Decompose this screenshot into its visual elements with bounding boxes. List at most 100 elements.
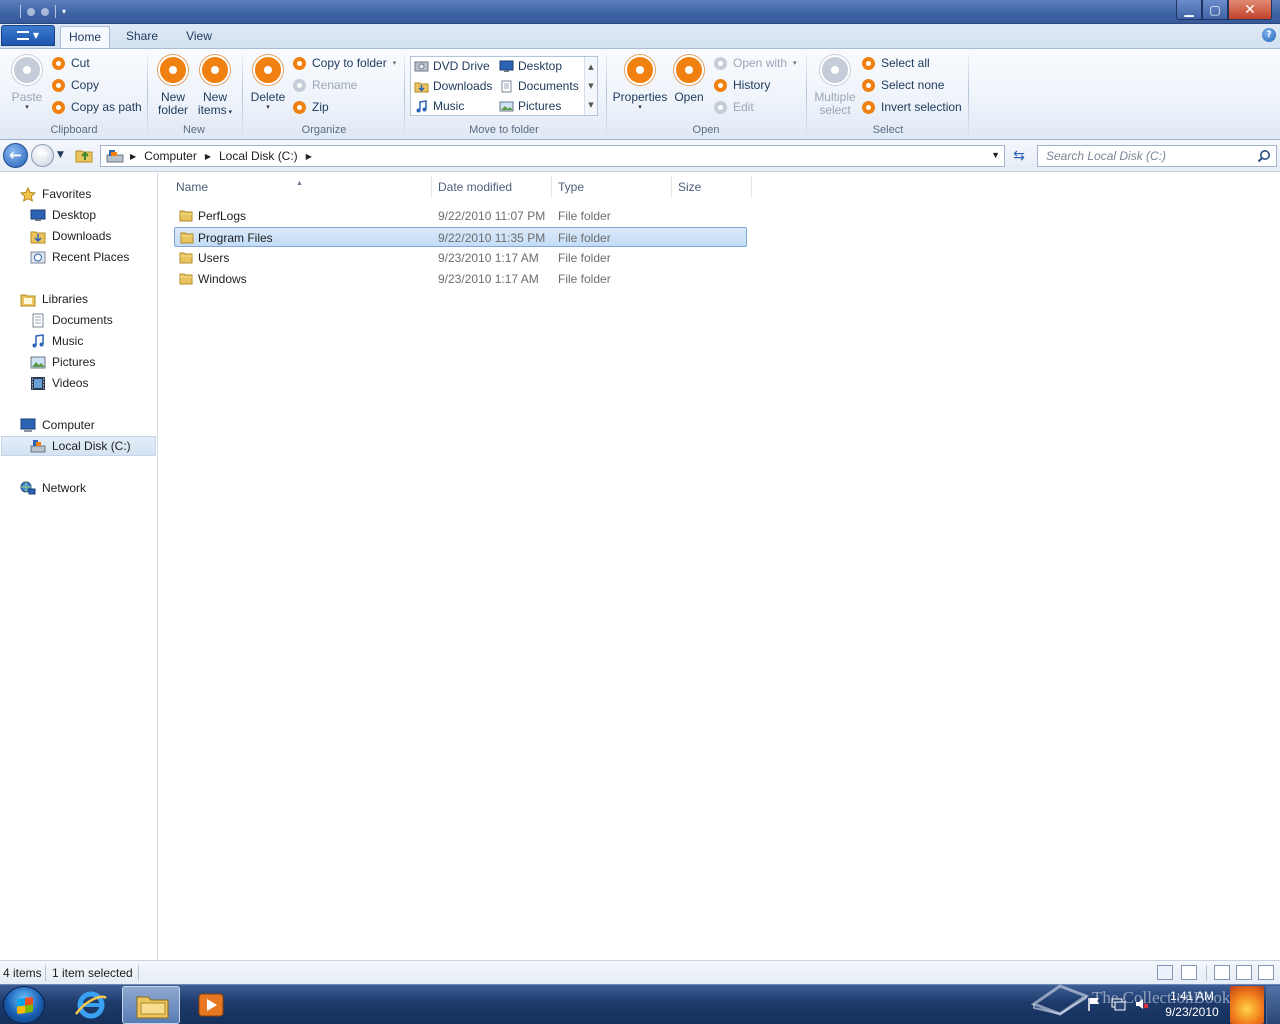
rename-button[interactable]: Rename xyxy=(293,76,357,94)
chevron-right-icon[interactable]: ▶ xyxy=(306,152,312,161)
table-row[interactable]: PerfLogs 9/22/2010 11:07 PM File folder xyxy=(174,206,747,226)
large-icons-view-icon[interactable] xyxy=(1181,965,1197,980)
edit-button[interactable]: Edit xyxy=(714,98,754,116)
up-folder-icon[interactable] xyxy=(75,147,93,163)
tab-home[interactable]: Home xyxy=(60,26,110,48)
folder-icon xyxy=(179,273,193,285)
new-folder-button[interactable]: New folder xyxy=(154,55,192,117)
nav-favorites[interactable]: Favorites xyxy=(20,184,91,204)
details-pane-icon[interactable] xyxy=(1236,965,1252,980)
tab-view[interactable]: View xyxy=(180,26,218,48)
copy-to-folder-button[interactable]: Copy to folder ▾ xyxy=(293,54,396,72)
qat-new-folder-icon[interactable] xyxy=(41,7,49,16)
select-group-label: Select xyxy=(872,124,904,136)
file-date: 9/23/2010 1:17 AM xyxy=(438,251,539,265)
nav-documents[interactable]: Documents xyxy=(30,310,113,330)
search-input[interactable]: Search Local Disk (C:) xyxy=(1037,145,1277,167)
open-with-button[interactable]: Open with ▾ xyxy=(714,54,797,72)
tab-share[interactable]: Share xyxy=(118,26,166,48)
nav-network[interactable]: Network xyxy=(20,478,86,498)
address-history-dropdown[interactable]: ▼ xyxy=(991,150,1000,160)
nav-libraries[interactable]: Libraries xyxy=(20,289,88,309)
preview-pane-icon[interactable] xyxy=(1214,965,1230,980)
copy-to-folder-icon xyxy=(293,56,306,70)
network-icon xyxy=(20,481,36,494)
column-header-date[interactable]: Date modified xyxy=(432,176,552,198)
star-icon xyxy=(20,186,36,202)
nav-recent-places[interactable]: Recent Places xyxy=(30,247,129,267)
navigation-pane-icon[interactable] xyxy=(1258,965,1274,980)
chevron-down-icon: ▾ xyxy=(25,104,29,111)
volume-muted-icon[interactable] xyxy=(1134,996,1150,1012)
breadcrumb-computer[interactable]: Computer xyxy=(144,149,197,163)
network-tray-icon[interactable] xyxy=(1110,996,1126,1012)
qat-properties-icon[interactable] xyxy=(27,7,35,16)
file-menu-button[interactable]: ▼ xyxy=(1,25,55,46)
forward-arrow-icon[interactable]: → xyxy=(31,144,54,167)
invert-selection-button[interactable]: Invert selection xyxy=(862,98,962,116)
nav-computer[interactable]: Computer xyxy=(20,415,95,435)
back-arrow-icon[interactable]: ← xyxy=(3,143,28,168)
column-header-name[interactable]: Name ▲ xyxy=(170,176,432,198)
action-center-flag-icon[interactable] xyxy=(1086,996,1102,1012)
column-header-size[interactable]: Size xyxy=(672,176,752,198)
new-items-button[interactable]: New items ▾ xyxy=(196,55,234,119)
taskbar-windows-explorer[interactable] xyxy=(122,986,180,1024)
group-separator xyxy=(606,53,607,135)
chevron-right-icon[interactable]: ▶ xyxy=(130,152,136,161)
show-desktop-button[interactable] xyxy=(1266,986,1280,1024)
zip-label: Zip xyxy=(312,100,329,114)
zip-button[interactable]: Zip xyxy=(293,98,329,116)
help-icon[interactable]: ? xyxy=(1262,28,1276,42)
nav-videos[interactable]: Videos xyxy=(30,373,88,393)
chevron-down-icon: ▾ xyxy=(226,109,233,116)
folder-icon xyxy=(179,210,193,222)
nav-desktop[interactable]: Desktop xyxy=(30,205,96,225)
clock-time: 1:41 AM xyxy=(1169,989,1215,1003)
history-button[interactable]: History xyxy=(714,76,770,94)
cut-button[interactable]: Cut xyxy=(52,54,90,72)
nav-pictures[interactable]: Pictures xyxy=(30,352,95,372)
move-to-folder-group-label: Move to folder xyxy=(469,124,539,136)
copy-button[interactable]: Copy xyxy=(52,76,99,94)
paste-button[interactable]: Paste ▾ xyxy=(8,55,46,111)
table-row-selected[interactable]: Program Files 9/22/2010 11:35 PM File fo… xyxy=(174,227,747,247)
refresh-icon[interactable]: ⇆ xyxy=(1008,146,1030,166)
taskbar-media-player[interactable] xyxy=(182,986,240,1024)
copy-as-path-button[interactable]: Copy as path xyxy=(52,98,142,116)
select-all-button[interactable]: Select all xyxy=(862,54,930,72)
nav-local-disk[interactable]: Local Disk (C:) xyxy=(1,436,156,456)
chevron-right-icon[interactable]: ▶ xyxy=(205,152,211,161)
nav-music[interactable]: Music xyxy=(30,331,83,351)
system-clock[interactable]: 1:41 AM 9/23/2010 xyxy=(1158,988,1226,1020)
nav-favorites-label: Favorites xyxy=(42,187,92,201)
nav-local-disk-label: Local Disk (C:) xyxy=(52,439,131,453)
folder-icon xyxy=(136,996,169,1019)
open-button[interactable]: Open xyxy=(670,55,708,104)
history-label: History xyxy=(733,78,771,92)
quick-access-toolbar[interactable]: ▾ xyxy=(20,4,66,19)
properties-button[interactable]: Properties ▾ xyxy=(610,55,670,111)
multiple-select-button[interactable]: Multiple select xyxy=(810,55,860,117)
table-row[interactable]: Windows 9/23/2010 1:17 AM File folder xyxy=(174,269,747,289)
qat-customize-icon[interactable]: ▾ xyxy=(62,7,66,16)
nav-downloads[interactable]: Downloads xyxy=(30,226,111,246)
address-bar[interactable]: ▶ Computer ▶ Local Disk (C:) ▶ ▼ xyxy=(100,145,1005,167)
new-folder-icon xyxy=(158,55,188,85)
details-view-icon[interactable] xyxy=(1157,965,1173,980)
open-label: Open xyxy=(674,90,704,104)
maximize-button[interactable]: ▢ xyxy=(1202,0,1228,20)
close-button[interactable]: ✕ xyxy=(1228,0,1272,20)
column-header-type[interactable]: Type xyxy=(552,176,672,198)
start-button[interactable] xyxy=(3,986,45,1024)
delete-button[interactable]: Delete ▾ xyxy=(248,55,288,111)
new-folder-label-2: folder xyxy=(157,103,189,117)
folder-icon xyxy=(179,252,193,264)
taskbar-internet-explorer[interactable] xyxy=(62,986,120,1024)
breadcrumb-local-disk[interactable]: Local Disk (C:) xyxy=(219,149,298,163)
select-none-button[interactable]: Select none xyxy=(862,76,944,94)
minimize-button[interactable]: ▁ xyxy=(1176,0,1202,20)
recent-locations-dropdown[interactable]: ▼ xyxy=(57,150,69,162)
search-icon[interactable] xyxy=(1257,149,1271,163)
table-row[interactable]: Users 9/23/2010 1:17 AM File folder xyxy=(174,248,747,268)
